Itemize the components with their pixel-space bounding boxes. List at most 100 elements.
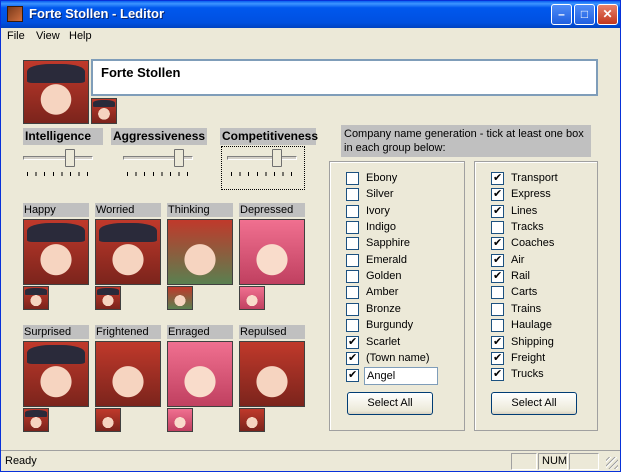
- minimize-button[interactable]: –: [551, 4, 572, 25]
- emotion-thumb-depressed[interactable]: [239, 286, 265, 310]
- emotion-thumb-image: [240, 287, 264, 309]
- emotion-thumb-frightened[interactable]: [95, 408, 121, 432]
- emotion-portrait-enraged[interactable]: [167, 341, 233, 407]
- checkbox[interactable]: [491, 236, 504, 251]
- checkbox-label: Ebony: [366, 172, 398, 184]
- slider-thumb[interactable]: [65, 149, 75, 167]
- emotion-thumb-image: [24, 287, 48, 309]
- menu-bar: File View Help: [1, 28, 620, 46]
- checkbox[interactable]: [346, 172, 359, 185]
- checkbox-label: Indigo: [366, 221, 396, 234]
- emotion-thumb-surprised[interactable]: [23, 408, 49, 432]
- checkbox[interactable]: [491, 335, 504, 349]
- select-all-button-1[interactable]: Select All: [347, 392, 433, 415]
- emotion-label-thinking: Thinking: [167, 203, 233, 217]
- menu-file[interactable]: File: [7, 30, 25, 42]
- checkbox[interactable]: [346, 286, 359, 300]
- window-title: Forte Stollen - Leditor: [29, 6, 165, 21]
- slider-label-intelligence: Intelligence: [23, 128, 103, 145]
- select-all-button-2[interactable]: Select All: [491, 392, 577, 415]
- emotion-image: [240, 342, 304, 406]
- checkbox[interactable]: [491, 286, 504, 300]
- slider-track: [227, 156, 297, 160]
- custom-name-checkbox[interactable]: [346, 368, 359, 382]
- checkbox[interactable]: [346, 237, 359, 251]
- emotion-portrait-thinking[interactable]: [167, 219, 233, 285]
- checkbox[interactable]: [346, 335, 359, 349]
- emotion-portrait-worried[interactable]: [95, 219, 161, 285]
- emotion-thumb-image: [168, 409, 192, 431]
- checkbox[interactable]: [346, 221, 359, 235]
- checkbox[interactable]: [491, 171, 504, 185]
- checkbox[interactable]: [346, 302, 359, 316]
- status-panel-blank: [511, 453, 537, 470]
- emotion-thumb-thinking[interactable]: [167, 286, 193, 310]
- emotion-portrait-happy[interactable]: [23, 219, 89, 285]
- emotion-thumb-happy[interactable]: [23, 286, 49, 310]
- checkbox-label: Trucks: [511, 368, 544, 381]
- emotion-portrait-depressed[interactable]: [239, 219, 305, 285]
- small-portrait[interactable]: [91, 98, 117, 124]
- slider-thumb[interactable]: [174, 149, 184, 167]
- checkbox-label: Burgundy: [366, 319, 414, 332]
- app-icon[interactable]: [7, 6, 23, 22]
- checkbox[interactable]: [491, 221, 504, 235]
- checkbox[interactable]: [491, 253, 504, 267]
- title-bar[interactable]: Forte Stollen - Leditor – □ ✕: [1, 1, 620, 28]
- emotion-portrait-repulsed[interactable]: [239, 341, 305, 407]
- checkbox[interactable]: [491, 319, 504, 333]
- character-name-field[interactable]: Forte Stollen: [91, 59, 598, 96]
- checkbox-label: Haulage: [511, 319, 552, 332]
- checkbox[interactable]: [346, 204, 359, 218]
- resize-grip[interactable]: [606, 457, 618, 469]
- checkbox[interactable]: [491, 204, 504, 218]
- emotion-thumb-image: [96, 287, 120, 309]
- competitiveness-slider[interactable]: [227, 146, 297, 186]
- emotion-thumb-worried[interactable]: [95, 286, 121, 310]
- checkbox-label: Transport: [511, 172, 558, 184]
- status-text: Ready: [5, 455, 37, 467]
- menu-view[interactable]: View: [36, 30, 60, 42]
- checkbox[interactable]: [491, 351, 504, 365]
- editor-panel: Forte Stollen Intelligence Aggressivenes…: [1, 46, 620, 450]
- checkbox[interactable]: [491, 269, 504, 284]
- emotion-portrait-frightened[interactable]: [95, 341, 161, 407]
- checkbox[interactable]: [491, 367, 504, 382]
- checkbox-label: Golden: [366, 270, 402, 283]
- aggressiveness-slider[interactable]: [123, 146, 193, 186]
- checkbox[interactable]: [491, 187, 504, 202]
- maximize-button[interactable]: □: [574, 4, 595, 25]
- checkbox[interactable]: [346, 270, 359, 284]
- slider-ticks: [27, 172, 89, 176]
- emotion-label-depressed: Depressed: [239, 203, 305, 217]
- emotion-image: [96, 220, 160, 284]
- company-name-group-1: Ebony Silver Ivory Indigo Sapphire Emerald Gol…: [329, 161, 465, 431]
- checkbox[interactable]: [491, 302, 504, 316]
- main-window: Forte Stollen - Leditor – □ ✕ File View …: [0, 0, 621, 472]
- checkbox[interactable]: [346, 188, 359, 202]
- checkbox-label: Bronze: [366, 302, 401, 315]
- checkbox-label: Rail: [511, 270, 530, 283]
- portrait-image-small: [92, 99, 116, 123]
- company-name-hint: Company name generation - tick at least …: [341, 125, 591, 157]
- status-panel-blank-2: [569, 453, 599, 470]
- menu-help[interactable]: Help: [69, 30, 92, 42]
- emotion-portrait-surprised[interactable]: [23, 341, 89, 407]
- emotion-thumb-enraged[interactable]: [167, 408, 193, 432]
- checkbox[interactable]: [346, 253, 359, 267]
- close-button[interactable]: ✕: [597, 4, 618, 25]
- checkbox[interactable]: [346, 319, 359, 333]
- slider-label-aggressiveness: Aggressiveness: [111, 128, 207, 145]
- slider-thumb[interactable]: [272, 149, 282, 167]
- checkbox-label: Sapphire: [366, 237, 411, 250]
- checkbox-label: Scarlet: [366, 335, 401, 348]
- checkbox[interactable]: [346, 351, 359, 365]
- custom-name-input[interactable]: [364, 367, 438, 385]
- main-portrait[interactable]: [23, 60, 89, 124]
- emotion-thumb-repulsed[interactable]: [239, 408, 265, 432]
- checkbox-label: Lines: [511, 204, 538, 217]
- checkbox-label: Air: [511, 253, 525, 266]
- intelligence-slider[interactable]: [23, 146, 93, 186]
- checkbox-label: Ivory: [366, 204, 390, 217]
- checkbox-label: Express: [511, 188, 551, 201]
